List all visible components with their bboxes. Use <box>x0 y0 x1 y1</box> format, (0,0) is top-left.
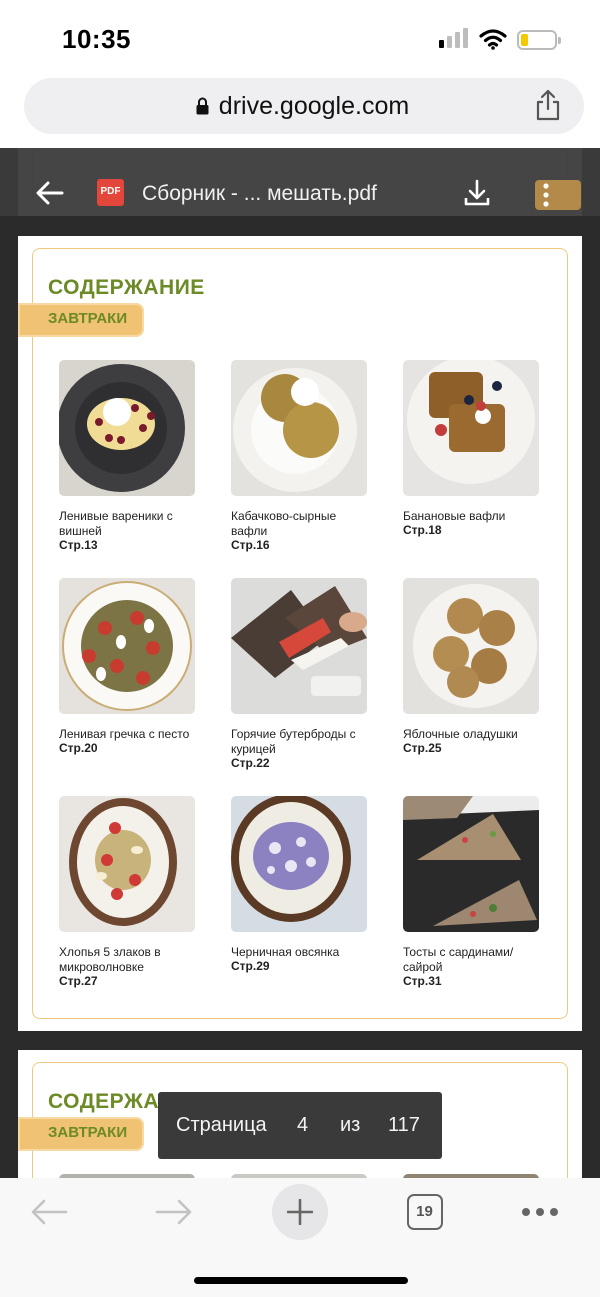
tab-switcher-button[interactable]: 19 <box>407 1194 443 1230</box>
home-indicator <box>194 1277 408 1284</box>
wifi-icon <box>479 29 507 50</box>
apple-pancakes-photo-icon <box>403 578 539 714</box>
recipe-page: Стр.29 <box>231 959 270 973</box>
recipe-name: Ленивая гречка с песто <box>59 727 190 741</box>
recipe-name: Черничная овсянка <box>231 945 340 959</box>
sardine-toasts-photo-icon <box>403 796 539 932</box>
recipe-name: Горячие бутерброды с курицей <box>231 727 356 756</box>
battery-icon <box>517 30 561 50</box>
status-bar: 10:35 <box>0 0 600 78</box>
pdf-toolbar: PDF Сборник - ... мешать.pdf <box>0 148 600 216</box>
recipe-page: Стр.27 <box>59 974 98 988</box>
recipe-name: Тосты с сардинами/ сайрой <box>403 945 514 974</box>
more-options-button[interactable] <box>535 180 581 210</box>
recipe-page: Стр.18 <box>403 523 442 537</box>
pdf-viewer[interactable]: PDF Сборник - ... мешать.pdf СОДЕРЖАНИЕ … <box>0 148 600 1178</box>
category-ribbon: ЗАВТРАКИ <box>18 1117 144 1151</box>
pdf-title: Сборник - ... мешать.pdf <box>142 182 377 205</box>
blueberry-oatmeal-photo-icon <box>231 796 367 932</box>
total-pages: 117 <box>388 1114 420 1136</box>
more-vertical-icon <box>543 183 549 207</box>
page-separator: из <box>340 1114 361 1136</box>
recipe-name: Кабачково-сырные вафли <box>231 509 337 538</box>
recipe-page: Стр.16 <box>231 538 270 552</box>
section-heading: СОДЕРЖАНИЕ <box>48 276 205 299</box>
recipe-name: Ленивые вареники с вишней <box>59 509 173 538</box>
recipe-name: Яблочные оладушки <box>403 727 518 741</box>
recipe-name: Хлопья 5 злаков в микроволновке <box>59 945 161 974</box>
new-tab-button[interactable] <box>272 1184 328 1240</box>
page-indicator: Страница 4 из 117 <box>158 1092 442 1159</box>
recipe-page: Стр.22 <box>231 756 270 770</box>
download-icon[interactable] <box>463 179 491 207</box>
forward-icon[interactable] <box>155 1198 193 1226</box>
more-horizontal-icon[interactable] <box>520 1206 560 1218</box>
url-text: drive.google.com <box>218 92 410 120</box>
address-bar[interactable]: drive.google.com <box>24 78 584 134</box>
buckwheat-pesto-photo-icon <box>59 578 195 714</box>
recipe-page: Стр.20 <box>59 741 98 755</box>
back-arrow-icon[interactable] <box>36 181 64 205</box>
hot-sandwiches-photo-icon <box>231 578 367 714</box>
tab-count: 19 <box>416 1203 433 1220</box>
pdf-page: СОДЕРЖАНИЕ ЗАВТРАКИ Ленивые вареники с в… <box>18 236 582 1031</box>
zucchini-waffles-photo-icon <box>231 360 367 496</box>
clock: 10:35 <box>62 24 131 54</box>
share-icon[interactable] <box>535 89 561 121</box>
page-label: Страница <box>176 1114 267 1136</box>
recipe-page: Стр.25 <box>403 741 442 755</box>
category-ribbon: ЗАВТРАКИ <box>18 303 144 337</box>
recipe-page: Стр.31 <box>403 974 442 988</box>
recipe-page: Стр.13 <box>59 538 98 552</box>
dumplings-photo-icon <box>59 360 195 496</box>
plus-icon <box>287 1199 313 1225</box>
back-icon[interactable] <box>30 1198 68 1226</box>
current-page: 4 <box>297 1114 309 1136</box>
cereal-bowl-photo-icon <box>59 796 195 932</box>
banana-waffles-photo-icon <box>403 360 539 496</box>
pdf-file-icon: PDF <box>97 179 124 206</box>
recipe-name: Банановые вафли <box>403 509 506 523</box>
